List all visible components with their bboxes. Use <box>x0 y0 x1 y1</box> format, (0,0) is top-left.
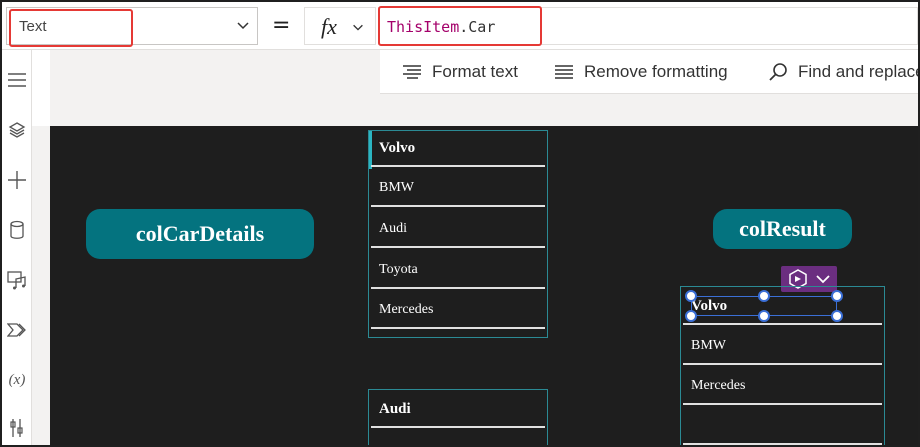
list-item[interactable]: BMW <box>683 329 882 365</box>
chevron-down-icon <box>237 22 249 30</box>
plus-icon[interactable] <box>5 168 29 192</box>
ribbon-background <box>50 50 380 126</box>
resize-handle[interactable] <box>758 310 770 322</box>
format-text-label: Format text <box>432 62 518 81</box>
find-replace-button[interactable]: Find and replace <box>768 50 920 94</box>
remove-formatting-label: Remove formatting <box>584 62 728 81</box>
resize-handle[interactable] <box>685 290 697 302</box>
chevron-down-icon <box>816 275 830 284</box>
car-details-gallery-lower[interactable]: Audi <box>368 389 548 445</box>
equals-sign: = <box>272 13 291 38</box>
list-item[interactable]: Audi <box>371 212 545 248</box>
formula-highlight-box <box>378 6 542 46</box>
remove-formatting-icon <box>555 65 573 79</box>
app-window: Text = fx ThisItem.Car Format text Remov… <box>0 0 920 447</box>
list-item[interactable]: Mercedes <box>371 293 545 329</box>
rail-gap <box>32 126 50 445</box>
formula-toolbar: Format text Remove formatting Find and r… <box>380 50 920 94</box>
search-icon <box>769 63 787 81</box>
format-text-icon <box>403 65 421 79</box>
formula-bar: Text = fx ThisItem.Car <box>2 2 918 50</box>
tools-icon[interactable] <box>5 416 29 440</box>
col-car-details-label[interactable]: colCarDetails <box>86 209 314 259</box>
format-text-button[interactable]: Format text <box>402 50 518 94</box>
list-item[interactable]: Volvo <box>371 131 545 167</box>
left-rail: (x) <box>2 50 32 445</box>
fx-icon: fx <box>321 14 337 39</box>
chevron-down-icon <box>353 24 363 31</box>
media-icon[interactable] <box>5 268 29 292</box>
variables-label: (x) <box>8 371 26 388</box>
theme-icon[interactable] <box>5 318 29 342</box>
list-item <box>683 409 882 445</box>
layers-icon[interactable] <box>5 118 29 142</box>
app-canvas: colCarDetails Volvo BMW Audi Toyota Merc… <box>50 126 918 445</box>
find-replace-label: Find and replace <box>798 62 920 81</box>
property-highlight-box <box>9 9 133 47</box>
list-item[interactable]: Toyota <box>371 253 545 289</box>
car-details-gallery[interactable]: Volvo BMW Audi Toyota Mercedes <box>368 130 548 338</box>
fx-button[interactable]: fx <box>304 7 376 45</box>
resize-handle[interactable] <box>758 290 770 302</box>
hamburger-menu-icon[interactable] <box>5 68 29 92</box>
col-result-label[interactable]: colResult <box>713 209 852 249</box>
resize-handle[interactable] <box>685 310 697 322</box>
ribbon-background <box>380 94 918 126</box>
list-item[interactable]: Mercedes <box>683 369 882 405</box>
resize-handle[interactable] <box>831 310 843 322</box>
list-item[interactable]: Audi <box>371 392 545 428</box>
list-item[interactable]: BMW <box>371 171 545 207</box>
resize-handle[interactable] <box>831 290 843 302</box>
variables-icon[interactable]: (x) <box>5 368 29 392</box>
database-icon[interactable] <box>5 218 29 242</box>
remove-formatting-button[interactable]: Remove formatting <box>554 50 728 94</box>
